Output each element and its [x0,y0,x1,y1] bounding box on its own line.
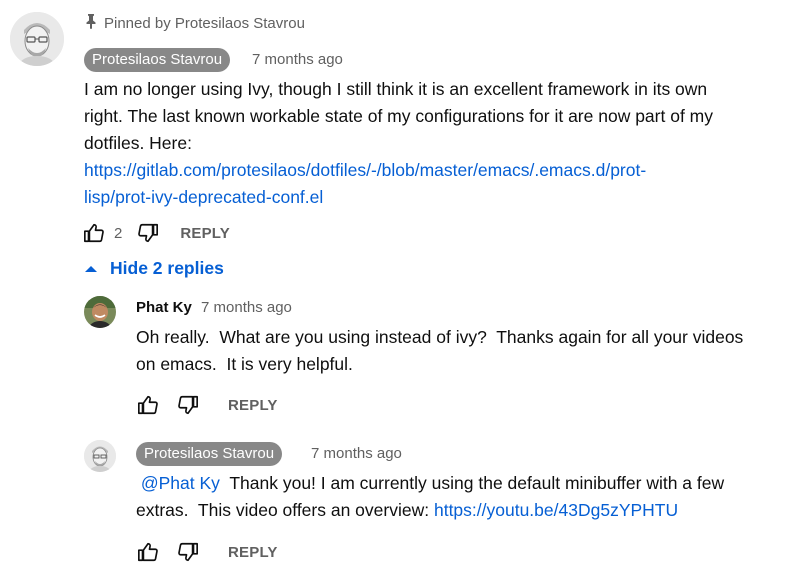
comment-timestamp[interactable]: 7 months ago [252,51,343,68]
comment-link-continued[interactable]: lisp/prot-ivy-deprecated-conf.el [84,187,323,207]
hide-replies-button[interactable]: Hide 2 replies [84,258,224,279]
comment-text-line: I am no longer using Ivy, though I still… [84,79,708,99]
reply-actions: REPLY [136,393,278,417]
reply-body: Oh really. What are you using instead of… [136,324,806,378]
avatar[interactable] [84,296,116,328]
avatar[interactable] [84,440,116,472]
reply-author[interactable]: Phat Ky [136,299,192,316]
thumbs-up-icon[interactable] [136,540,160,564]
reply-text-segment: Thank you! I am currently using the defa… [219,473,725,493]
video-link[interactable]: https://youtu.be/43Dg5zYPHTU [434,500,678,520]
comment-text-line: right. The last known workable state of … [84,106,713,126]
pinned-label-row: Pinned by Protesilaos Stavrou [84,13,305,33]
author-chip[interactable]: Protesilaos Stavrou [136,442,283,466]
avatar[interactable] [10,12,64,66]
reply-text-line: on emacs. It is very helpful. [136,354,353,374]
hide-replies-label: Hide 2 replies [110,258,224,278]
reply-text-line: Oh really. What are you using instead of… [136,327,744,347]
thumbs-down-icon[interactable] [176,540,200,564]
thumbs-up-icon[interactable] [136,393,160,417]
thumbs-down-icon[interactable] [176,393,200,417]
comment-link[interactable]: https://gitlab.com/protesilaos/dotfiles/… [84,160,646,180]
like-count: 2 [114,224,123,242]
reply-button[interactable]: REPLY [228,397,278,414]
reply-text-line: extras. This video offers an overview: h… [136,497,806,524]
mention-link[interactable]: @Phat Ky [141,473,220,493]
pinned-by-text: Pinned by Protesilaos Stavrou [104,14,305,32]
reply-button[interactable]: REPLY [180,225,230,242]
reply-timestamp[interactable]: 7 months ago [311,445,402,462]
reply-timestamp[interactable]: 7 months ago [201,299,292,316]
reply-actions: REPLY [136,540,278,564]
caret-up-icon [84,258,98,279]
pin-icon [84,13,98,33]
reply-text-line: @Phat Ky Thank you! I am currently using… [136,470,806,497]
thumbs-up-icon[interactable] [82,221,106,245]
reply-button[interactable]: REPLY [228,544,278,561]
reply-text-segment: extras. This video offers an overview: [136,500,434,520]
author-chip[interactable]: Protesilaos Stavrou [84,48,231,72]
thumbs-down-icon[interactable] [136,221,160,245]
comment-text-line: dotfiles. Here: [84,133,192,153]
comment-actions: 2 REPLY [82,221,230,245]
comment-body: I am no longer using Ivy, though I still… [84,76,804,211]
reply-body: @Phat Ky Thank you! I am currently using… [136,470,806,524]
